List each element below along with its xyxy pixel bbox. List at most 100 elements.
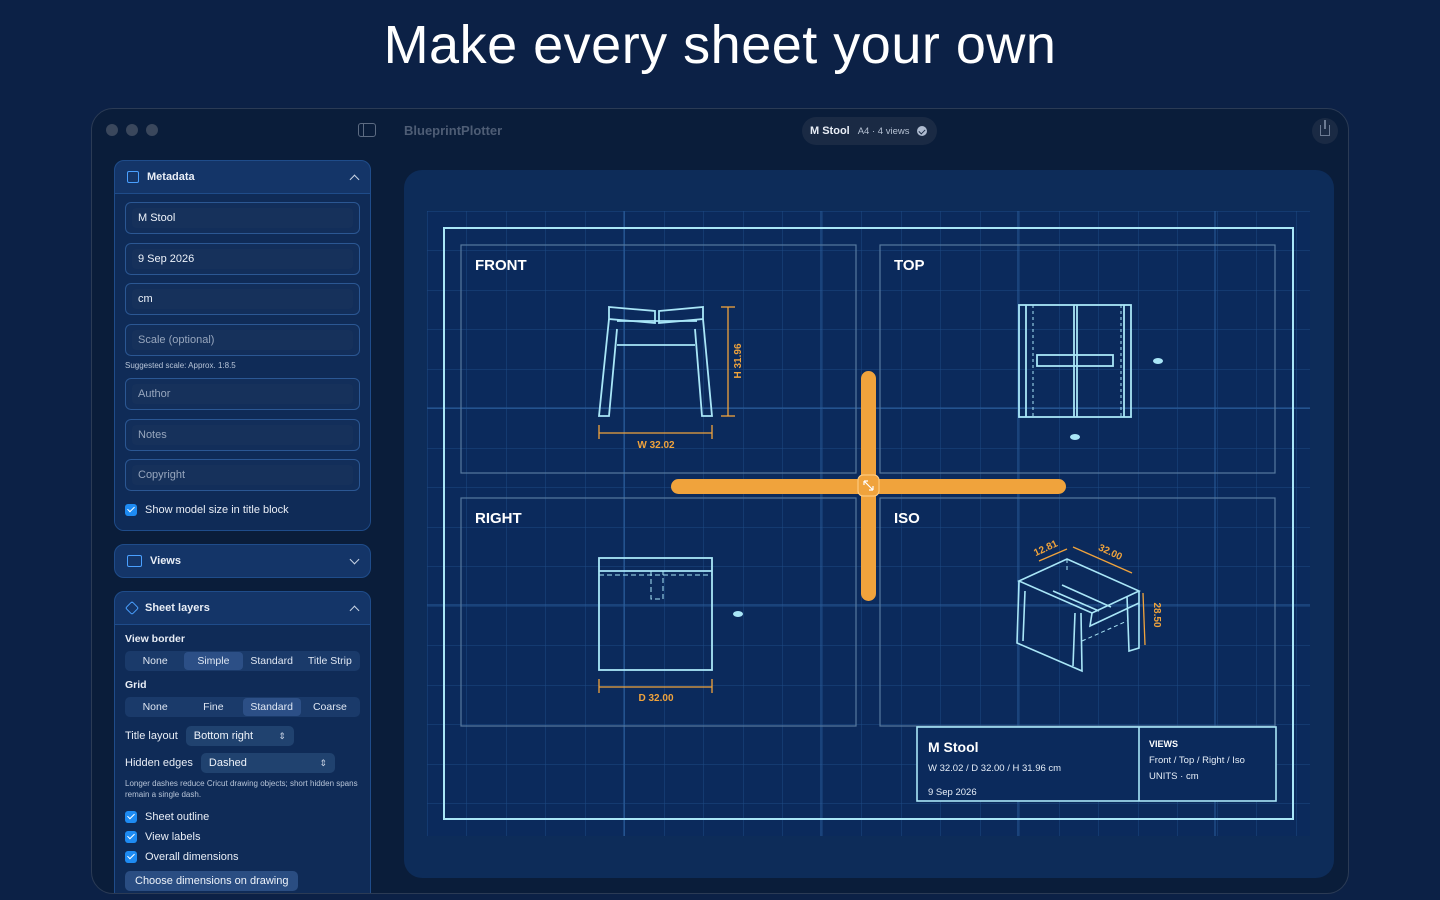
eye-icon[interactable] [1070,434,1080,440]
scale-hint: Suggested scale: Approx. 1:8.5 [125,361,236,370]
document-icon [127,171,139,183]
show-model-size-row[interactable]: Show model size in title block [125,500,360,520]
metadata-panel-body: Suggested scale: Approx. 1:8.5 Show mode… [115,193,370,530]
share-icon [1320,120,1330,136]
share-button[interactable] [1312,118,1338,144]
front-width-dimension: W 32.02 [637,440,675,451]
show-model-size-label: Show model size in title block [145,503,289,516]
views-icon [127,555,142,567]
grid-option-coarse[interactable]: Coarse [301,698,359,716]
sheet-layers-panel: Sheet layers View border None Simple Sta… [114,591,371,893]
updown-chevron-icon: ⇕ [278,730,286,741]
document-title: M Stool [810,125,850,137]
sidebar-toggle-icon[interactable] [358,123,376,137]
title-field [125,202,360,234]
units-input[interactable] [132,289,353,309]
iso-dimension-c: 28.50 [1151,602,1162,627]
scale-input[interactable] [132,329,353,350]
canvas-area: FRONT TOP RIGHT ISO W 32.02 H 31.96 D 32… [404,170,1334,878]
iso-view-label: ISO [894,510,920,527]
sheet-layers-panel-title: Sheet layers [145,602,210,614]
title-block-size: W 32.02 / D 32.00 / H 31.96 cm [928,763,1061,774]
view-labels-row[interactable]: View labels [125,827,360,847]
views-panel-title: Views [150,555,181,567]
view-border-label: View border [125,633,185,645]
app-window: BlueprintPlotter M Stool A4 · 4 views Me… [91,108,1349,894]
hidden-edges-value: Dashed [208,757,247,769]
sheet-outline-label: Sheet outline [145,810,210,823]
sheet-layers-panel-header[interactable]: Sheet layers [115,592,370,624]
sheet-outline-checkbox[interactable] [125,810,137,823]
metadata-panel-header[interactable]: Metadata [115,161,370,193]
grid-option-standard[interactable]: Standard [242,698,301,716]
chevron-up-icon[interactable] [349,174,360,184]
date-input[interactable] [132,248,353,269]
show-model-size-checkbox[interactable] [125,503,137,516]
overall-dimensions-row[interactable]: Overall dimensions [125,847,360,867]
sheet-layers-panel-body: View border None Simple Standard Title S… [115,624,370,893]
front-view-label: FRONT [475,257,527,274]
hidden-edges-row: Hidden edges Dashed ⇕ [125,752,360,774]
top-view-label: TOP [894,257,925,274]
title-layout-select[interactable]: Bottom right ⇕ [185,726,294,746]
choose-dimensions-button[interactable]: Choose dimensions on drawing [125,870,299,891]
units-field [125,283,360,315]
blueprint-sheet[interactable]: FRONT TOP RIGHT ISO W 32.02 H 31.96 D 32… [427,211,1310,836]
author-field [125,378,360,410]
metadata-panel: Metadata Suggested scale: Approx. 1:8.5 … [114,160,371,531]
close-window-button[interactable] [106,124,118,136]
sidebar: Metadata Suggested scale: Approx. 1:8.5 … [92,153,382,893]
views-panel-header[interactable]: Views [115,545,370,577]
copyright-input[interactable] [132,465,353,485]
grid-label: Grid [125,679,147,691]
copyright-field [125,459,360,491]
hidden-edges-select[interactable]: Dashed ⇕ [200,753,335,773]
minimize-window-button[interactable] [126,124,138,136]
metadata-panel-title: Metadata [147,171,195,183]
marketing-headline: Make every sheet your own [383,15,1057,75]
title-block-views-heading: VIEWS [1149,739,1178,749]
title-block-views-list: Front / Top / Right / Iso [1149,755,1245,766]
grid-option-none[interactable]: None [126,698,184,716]
title-block-title: M Stool [928,739,979,755]
view-border-option-simple[interactable]: Simple [184,652,243,670]
grid-segmented-control: None Fine Standard Coarse [125,697,360,717]
document-pill[interactable]: M Stool A4 · 4 views [802,117,938,145]
overall-dimensions-checkbox[interactable] [125,850,137,863]
author-input[interactable] [132,384,353,404]
title-block-units: UNITS · cm [1149,771,1199,782]
view-border-option-none[interactable]: None [126,652,184,670]
title-input[interactable] [132,208,353,228]
view-border-option-title-strip[interactable]: Title Strip [301,652,359,670]
hidden-edges-label: Hidden edges [125,757,193,769]
verified-check-icon [917,126,928,136]
notes-input[interactable] [132,424,353,445]
eye-icon[interactable] [1153,358,1163,364]
view-border-option-standard[interactable]: Standard [243,652,301,670]
app-name: BlueprintPlotter [404,123,503,138]
document-subtitle: A4 · 4 views [857,125,910,137]
front-height-dimension: H 31.96 [733,343,744,378]
title-block-date: 9 Sep 2026 [928,787,977,798]
sheet-outline-row[interactable]: Sheet outline [125,807,360,827]
zoom-window-button[interactable] [146,124,158,136]
layers-icon [124,600,140,616]
scale-field [125,323,360,356]
title-layout-row: Title layout Bottom right ⇕ [125,725,360,747]
views-panel: Views [114,544,371,578]
view-labels-checkbox[interactable] [125,830,137,843]
chevron-up-icon[interactable] [349,605,360,615]
eye-icon[interactable] [733,611,743,617]
right-view-label: RIGHT [475,510,522,527]
updown-chevron-icon: ⇕ [319,757,327,768]
title-bar: BlueprintPlotter M Stool A4 · 4 views [92,109,1348,153]
title-layout-value: Bottom right [193,730,254,742]
date-field [125,242,360,275]
chevron-down-icon[interactable] [349,554,360,564]
grid-option-fine[interactable]: Fine [184,698,242,716]
notes-field [125,418,360,451]
title-layout-label: Title layout [125,730,178,742]
hidden-edges-note: Longer dashes reduce Cricut drawing obje… [125,779,358,799]
view-labels-label: View labels [145,830,201,843]
view-border-segmented-control: None Simple Standard Title Strip [125,651,360,671]
